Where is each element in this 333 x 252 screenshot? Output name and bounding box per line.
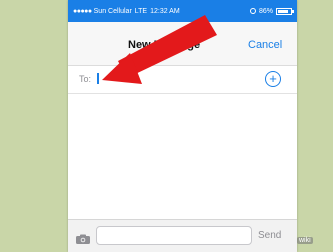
message-input[interactable]	[96, 226, 252, 245]
send-button[interactable]: Send	[258, 230, 281, 241]
watermark: wiki	[297, 237, 313, 244]
navigation-bar: New Message Cancel	[68, 22, 297, 66]
cancel-button[interactable]: Cancel	[248, 39, 282, 51]
network-type: LTE	[134, 7, 148, 15]
phone-screen: ●●●●● Sun Cellular LTE 12:32 AM 86% New …	[68, 0, 297, 252]
battery-icon	[276, 7, 294, 15]
battery-level-fill	[278, 9, 289, 13]
signal-strength-icon: ●●●●●	[73, 7, 92, 15]
status-right-group: 86%	[249, 7, 294, 15]
carrier-name: Sun Cellular	[93, 7, 132, 15]
camera-icon[interactable]	[76, 231, 90, 249]
rotation-lock-icon	[249, 8, 256, 14]
text-cursor	[97, 73, 99, 84]
message-thread-area	[68, 94, 297, 219]
status-time: 12:32 AM	[150, 7, 180, 15]
page-title: New Message	[128, 39, 201, 51]
battery-percent: 86%	[258, 7, 273, 15]
status-bar: ●●●●● Sun Cellular LTE 12:32 AM 86%	[68, 0, 297, 22]
recipient-field[interactable]: To: +	[68, 66, 297, 94]
to-label: To:	[79, 74, 92, 84]
plus-circle-icon[interactable]: +	[265, 71, 281, 87]
compose-bar: Send	[68, 219, 297, 252]
